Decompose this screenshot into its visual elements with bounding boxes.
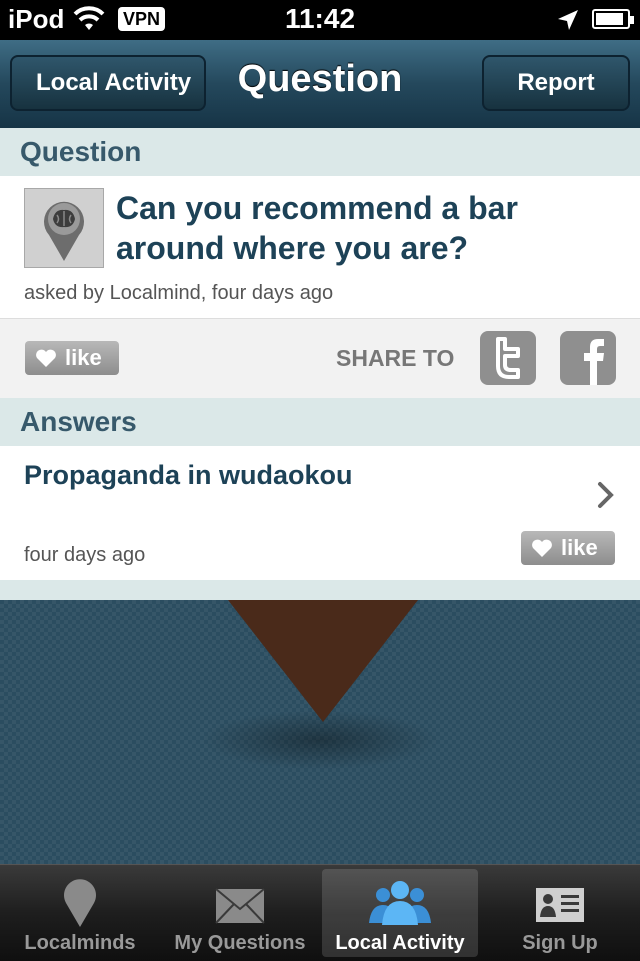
chevron-right-icon (598, 482, 614, 508)
tab-my-questions[interactable]: My Questions (162, 869, 318, 957)
answer-like-button[interactable]: like (521, 531, 615, 565)
battery-fill (596, 13, 623, 25)
tab-local-activity[interactable]: Local Activity (322, 869, 478, 957)
pin-tip-graphic (228, 600, 418, 722)
people-icon (369, 881, 431, 925)
tab-sign-up[interactable]: Sign Up (482, 869, 638, 957)
question-card: Can you recommend a bar around where you… (0, 176, 640, 318)
brain-pin-icon (44, 201, 84, 261)
facebook-icon (584, 339, 604, 385)
question-text: Can you recommend a bar around where you… (116, 190, 518, 266)
answer-row[interactable]: Propaganda in wudaokou four days ago lik… (0, 446, 640, 580)
tab-label: My Questions (174, 932, 306, 954)
answers-header-label: Answers (20, 406, 137, 437)
tab-label: Local Activity (335, 932, 465, 954)
heart-icon (532, 539, 552, 557)
back-button[interactable]: Local Activity (10, 55, 206, 111)
pin-icon (64, 879, 96, 927)
answer-text: Propaganda in wudaokou (24, 460, 353, 490)
list-footer-band (0, 580, 640, 600)
tab-label: Localminds (24, 932, 136, 954)
background-pattern (0, 600, 640, 864)
question-meta: asked by Localmind, four days ago (24, 282, 334, 304)
answer-timestamp: four days ago (24, 544, 146, 566)
like-label: like (65, 345, 102, 370)
battery-icon (592, 9, 634, 29)
question-like-button[interactable]: like (25, 341, 119, 375)
answers-section-header: Answers (0, 398, 640, 447)
share-row: like SHARE TO (0, 318, 640, 400)
tab-bar: Localminds My Questions Local Activity S… (0, 864, 640, 961)
twitter-share-button[interactable] (480, 331, 536, 385)
clock: 11:42 (284, 3, 356, 34)
question-header-label: Question (20, 136, 142, 167)
id-card-icon (536, 888, 584, 922)
status-bar: iPod VPN 11:42 (0, 0, 640, 40)
tab-localminds[interactable]: Localminds (2, 869, 158, 957)
like-label: like (561, 535, 598, 560)
localmind-avatar (24, 188, 104, 268)
navigation-bar: Local Activity Question Report (0, 40, 640, 129)
envelope-icon (215, 888, 265, 924)
heart-icon (36, 349, 56, 367)
facebook-share-button[interactable] (560, 331, 616, 385)
twitter-icon (496, 337, 520, 379)
question-section-header: Question (0, 128, 640, 177)
report-button[interactable]: Report (482, 55, 630, 111)
back-button-label: Local Activity (36, 69, 192, 96)
tab-label: Sign Up (522, 932, 598, 954)
report-button-label: Report (517, 69, 595, 96)
location-arrow-icon (558, 10, 578, 30)
share-label: SHARE TO (336, 345, 455, 371)
